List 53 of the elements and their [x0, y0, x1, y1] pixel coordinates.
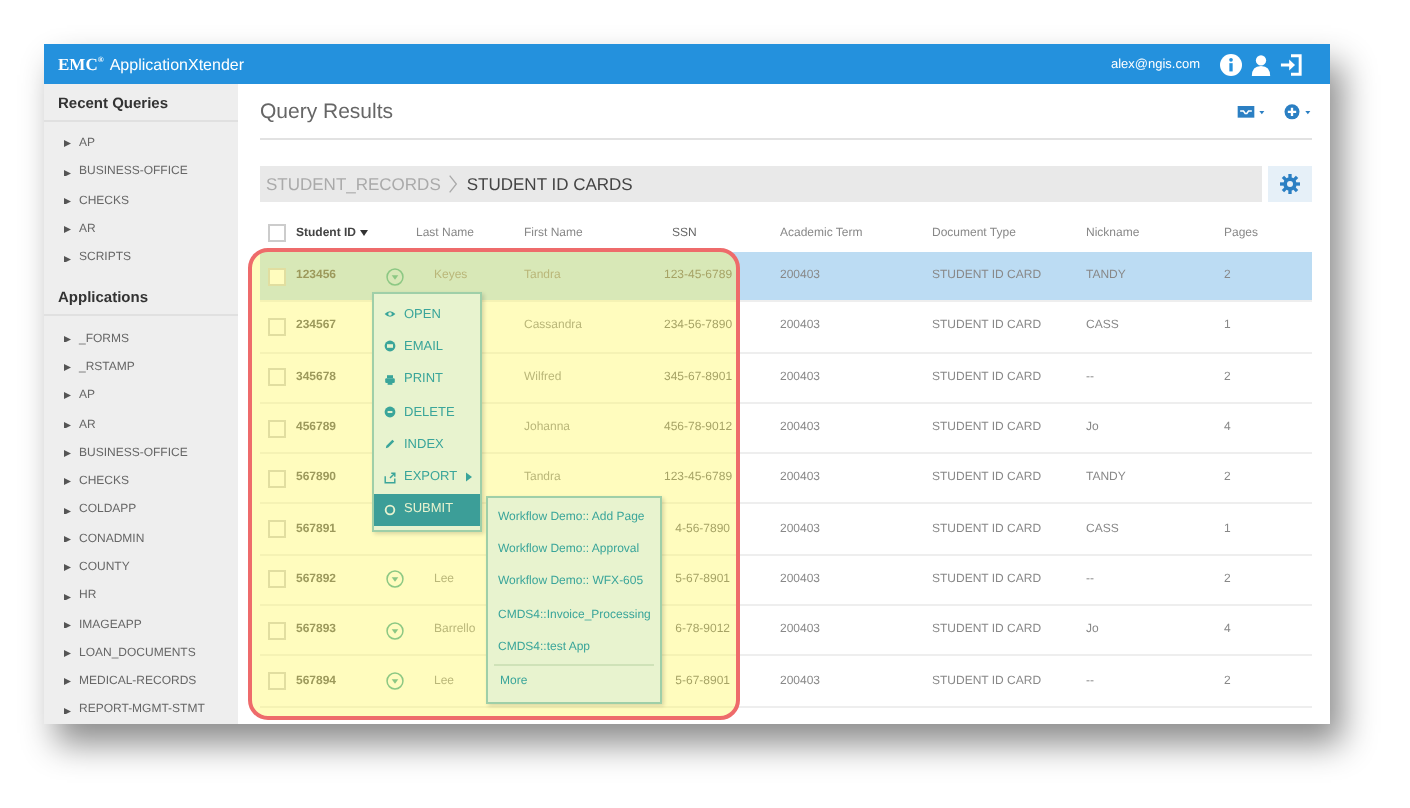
caret-icon: [64, 707, 71, 715]
row-checkbox[interactable]: [268, 570, 286, 589]
caret-icon: [64, 169, 71, 177]
caret-icon: [64, 535, 71, 543]
row-checkbox[interactable]: [268, 469, 286, 488]
circle-icon: [384, 503, 396, 516]
caret-icon: [64, 593, 71, 601]
caret-icon: [64, 255, 71, 263]
row-menu-button[interactable]: [386, 570, 404, 589]
caret-icon: [64, 650, 71, 658]
caret-icon: [64, 335, 71, 343]
caret-icon: [64, 421, 71, 429]
inbox-dropdown-icon[interactable]: [1236, 102, 1266, 120]
row-checkbox[interactable]: [268, 267, 286, 286]
user-icon[interactable]: [1250, 53, 1272, 75]
caret-icon: [64, 564, 71, 572]
caret-icon: [64, 140, 71, 148]
row-menu-button[interactable]: [386, 672, 404, 691]
chevron-icon: [448, 174, 459, 194]
breadcrumb-item[interactable]: STUDENT_RECORDS: [266, 174, 441, 194]
add-dropdown-icon[interactable]: [1282, 102, 1312, 120]
row-menu-button[interactable]: [386, 621, 404, 640]
caret-icon: [64, 678, 71, 686]
logout-icon[interactable]: [1280, 53, 1302, 75]
printer-icon: [384, 373, 396, 386]
app-name: ApplicationXtender: [109, 55, 244, 73]
row-checkbox[interactable]: [268, 368, 286, 387]
settings-button[interactable]: [1268, 166, 1312, 202]
row-checkbox[interactable]: [268, 672, 286, 691]
settings-icon: [1280, 174, 1300, 194]
info-icon[interactable]: [1220, 53, 1242, 75]
sort-caret-icon[interactable]: [360, 229, 368, 235]
select-all-checkbox[interactable]: [268, 224, 286, 242]
caret-icon: [64, 450, 71, 458]
caret-icon: [64, 478, 71, 486]
caret-icon: [64, 621, 71, 629]
row-checkbox[interactable]: [268, 317, 286, 336]
row-checkbox[interactable]: [268, 520, 286, 539]
page-title: Query Results: [260, 99, 394, 123]
mail-icon: [384, 340, 396, 353]
caret-icon: [64, 364, 71, 372]
row-checkbox[interactable]: [268, 621, 286, 640]
caret-icon: [64, 507, 71, 515]
caret-icon: [64, 392, 71, 400]
caret-icon: [64, 226, 71, 234]
caret-icon: [64, 197, 71, 205]
minus-circle-icon: [384, 406, 396, 419]
breadcrumb-item: STUDENT ID CARDS: [466, 174, 633, 194]
eye-icon: [384, 308, 396, 321]
export-icon: [384, 471, 396, 484]
row-menu-button[interactable]: [386, 267, 404, 286]
row-checkbox[interactable]: [268, 419, 286, 438]
pencil-icon: [384, 438, 396, 451]
